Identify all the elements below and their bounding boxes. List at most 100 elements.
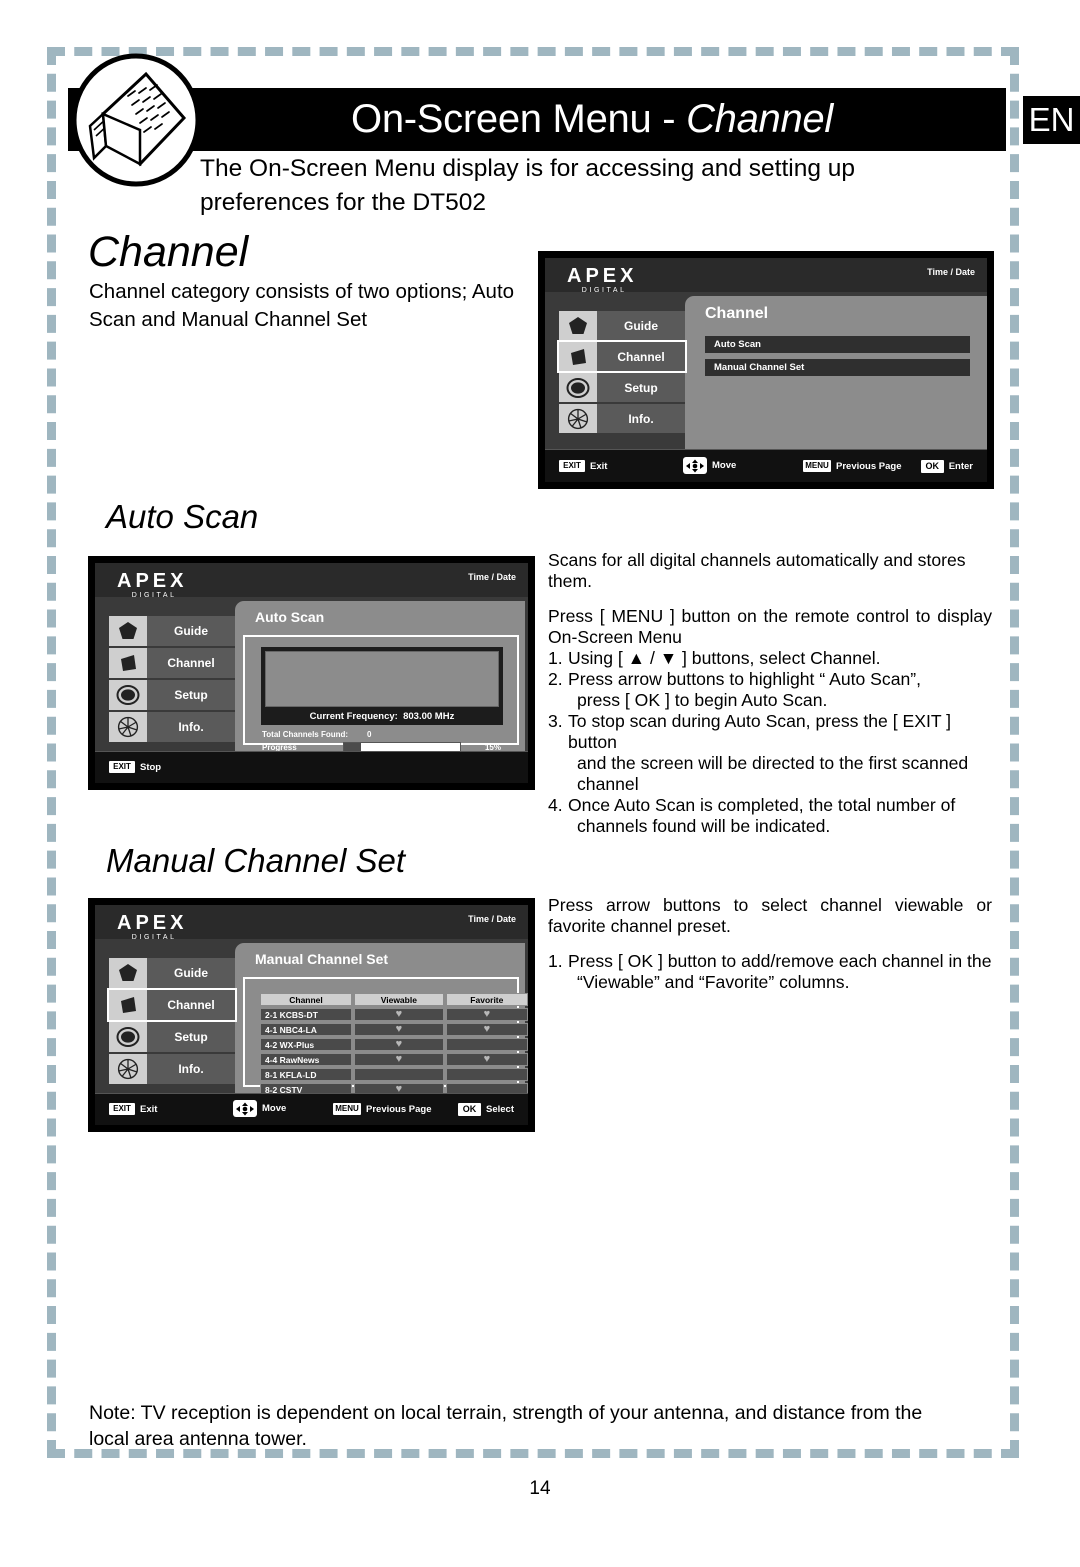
cell-viewable[interactable]: ♥	[354, 1008, 444, 1021]
hint-menu[interactable]: MENU Previous Page	[333, 1103, 431, 1115]
cell-viewable[interactable]: ♥	[354, 1023, 444, 1036]
sidebar-item-channel[interactable]: Channel	[107, 988, 237, 1022]
ring-donut-icon	[559, 373, 597, 402]
hint-move[interactable]: Move	[233, 1100, 286, 1117]
cell-favorite[interactable]: ♥	[445, 1053, 528, 1066]
cell-viewable[interactable]: ♥	[354, 1038, 444, 1051]
table-row[interactable]: 4-1 NBC4-LA ♥ ♥	[260, 1023, 528, 1036]
ring-donut-icon	[109, 1022, 147, 1052]
sidebar-item-info[interactable]: Info.	[109, 1054, 235, 1084]
manual-channel-box: Channel Viewable Favorite 2-1 KCBS-DT ♥ ♥ 4…	[243, 977, 528, 1096]
col-favorite: Favorite	[445, 993, 528, 1006]
manual-step-1: 1. Press [ OK ] button to add/remove eac…	[548, 951, 992, 993]
current-frequency-label: Current Frequency:	[309, 711, 398, 722]
segmented-globe-icon	[559, 404, 597, 433]
table-header-row: Channel Viewable Favorite	[260, 993, 528, 1006]
auto-scan-step-3: 3. To stop scan during Auto Scan, press …	[548, 711, 992, 795]
apex-logo-main: APEX	[117, 570, 188, 592]
pentagon-shield-icon	[559, 311, 597, 340]
tv-sidebar-nav: Guide Channel Setup Info.	[557, 311, 687, 435]
table-row[interactable]: 4-2 WX-Plus ♥	[260, 1038, 528, 1051]
cell-channel: 4-2 WX-Plus	[260, 1038, 352, 1051]
sidebar-item-guide[interactable]: Guide	[109, 958, 235, 988]
language-badge: EN	[1023, 96, 1080, 144]
tv-hint-bar: EXIT Exit Move	[95, 1093, 528, 1125]
sidebar-item-setup[interactable]: Setup	[109, 1022, 235, 1052]
channel-description: Channel category consists of two options…	[89, 280, 515, 331]
key-exit: EXIT	[109, 761, 135, 773]
hint-exit[interactable]: EXIT Exit	[109, 1103, 157, 1115]
panel-title: Auto Scan	[255, 609, 325, 625]
tv-content-panel: Manual Channel Set Channel Viewable Favo…	[235, 943, 528, 1096]
page-header-bar: On-Screen Menu - Channel	[68, 88, 1006, 151]
step-line-1: Press arrow buttons to highlight “ Auto …	[568, 669, 922, 689]
hint-ok-label: Enter	[948, 461, 973, 472]
step-number: 1.	[548, 951, 563, 971]
step-number: 1.	[548, 648, 563, 668]
cell-favorite[interactable]	[445, 1038, 528, 1051]
menu-row-manual-channel-set[interactable]: Manual Channel Set	[705, 359, 970, 376]
page-title-main: On-Screen Menu -	[351, 97, 687, 141]
sidebar-item-channel-label: Channel	[617, 349, 665, 364]
sidebar-item-channel[interactable]: Channel	[109, 648, 235, 678]
panel-title: Manual Channel Set	[255, 951, 389, 967]
sidebar-item-guide[interactable]: Guide	[559, 311, 685, 340]
hint-ok[interactable]: OK Select	[458, 1103, 514, 1116]
dpad-icon	[683, 457, 707, 474]
total-channels-found-value: 0	[367, 730, 372, 739]
key-exit: EXIT	[109, 1103, 135, 1115]
heart-icon: ♥	[483, 1008, 491, 1020]
hint-stop[interactable]: EXIT Stop	[109, 761, 161, 773]
page-number: 14	[529, 1478, 551, 1499]
tv-time-date: Time / Date	[468, 914, 516, 924]
hint-move-label: Move	[712, 460, 737, 471]
tv-content-panel: Auto Scan Current Frequency: 803.00 MHz …	[235, 601, 525, 765]
heart-icon: ♥	[395, 1008, 403, 1020]
manual-channel-set-instructions: Press arrow buttons to select channel vi…	[548, 895, 992, 993]
open-book-icon	[66, 52, 206, 188]
menu-row-auto-scan[interactable]: Auto Scan	[705, 336, 970, 353]
sidebar-item-setup-label: Setup	[624, 380, 658, 395]
cell-favorite[interactable]: ♥	[445, 1023, 528, 1036]
sidebar-item-guide-label: Guide	[173, 966, 208, 980]
table-row[interactable]: 8-1 KFLA-LD	[260, 1068, 528, 1081]
sidebar-item-channel-label: Channel	[167, 656, 215, 670]
step-line-1: Once Auto Scan is completed, the total n…	[568, 795, 956, 815]
hint-ok-label: Select	[486, 1104, 514, 1115]
step-line-1: Press [ OK ] button to add/remove each c…	[568, 951, 992, 971]
apex-logo-sub: DIGITAL	[581, 287, 627, 294]
sidebar-item-setup-label: Setup	[174, 688, 208, 702]
table-row[interactable]: 2-1 KCBS-DT ♥ ♥	[260, 1008, 528, 1021]
sidebar-item-guide-label: Guide	[623, 318, 658, 333]
footer-note: Note: TV reception is dependent on local…	[89, 1402, 923, 1450]
auto-scan-step-1: 1. Using [ ▲ / ▼ ] buttons, select Chann…	[548, 648, 992, 669]
apex-logo-sub: DIGITAL	[131, 592, 177, 599]
sidebar-item-setup[interactable]: Setup	[109, 680, 235, 710]
header-subtitle: The On-Screen Menu display is for access…	[200, 155, 856, 216]
segmented-globe-icon	[109, 1054, 147, 1084]
segmented-globe-icon	[109, 712, 147, 742]
section-heading-auto-scan: Auto Scan	[106, 498, 259, 535]
hint-exit-label: Exit	[590, 460, 608, 472]
hint-move[interactable]: Move	[683, 457, 736, 474]
manual-intro: Press arrow buttons to select channel vi…	[548, 895, 992, 936]
cell-favorite[interactable]	[445, 1068, 528, 1081]
tv-screenshot-manual-channel-set: Time / Date APEX DIGITAL Guide Channel S…	[88, 898, 535, 1132]
sidebar-item-channel[interactable]: Channel	[557, 340, 687, 373]
sidebar-item-guide[interactable]: Guide	[109, 616, 235, 646]
cell-favorite[interactable]: ♥	[445, 1008, 528, 1021]
hint-menu[interactable]: MENU Previous Page	[803, 460, 901, 472]
cell-viewable[interactable]: ♥	[354, 1053, 444, 1066]
hint-menu-label: Previous Page	[836, 460, 902, 472]
heart-icon: ♥	[483, 1023, 491, 1035]
tv-hint-bar: EXIT Exit Move	[545, 449, 987, 482]
sidebar-item-info[interactable]: Info.	[109, 712, 235, 742]
apex-logo: APEX DIGITAL	[117, 913, 187, 942]
sidebar-item-info[interactable]: Info.	[559, 404, 685, 433]
cell-viewable[interactable]	[354, 1068, 444, 1081]
hint-ok[interactable]: OK Enter	[920, 460, 973, 473]
sidebar-item-setup[interactable]: Setup	[559, 373, 685, 402]
hint-exit[interactable]: EXIT Exit	[559, 460, 607, 472]
table-row[interactable]: 4-4 RawNews ♥ ♥	[260, 1053, 528, 1066]
hint-menu-label: Previous Page	[366, 1103, 432, 1115]
